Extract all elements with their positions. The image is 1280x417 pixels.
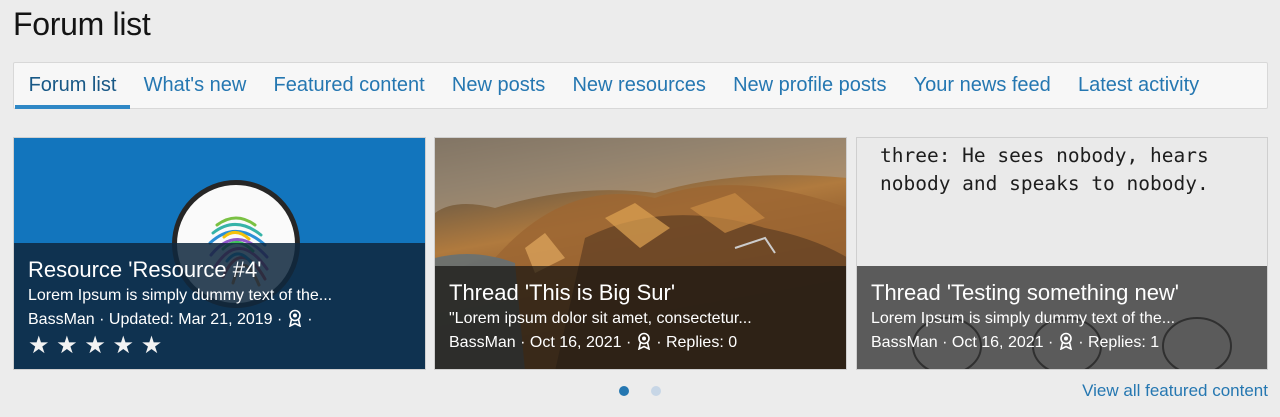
- tab-featured-content[interactable]: Featured content: [260, 63, 438, 108]
- featured-card-meta-text: BassMan · Oct 16, 2021 ·: [871, 334, 1058, 351]
- carousel-dot-1[interactable]: [619, 386, 629, 396]
- nav-tabs: Forum list What's new Featured content N…: [13, 62, 1268, 109]
- award-icon: [637, 332, 650, 351]
- featured-card-caption: Resource 'Resource #4' Lorem Ipsum is si…: [14, 243, 425, 369]
- rating-stars: ★ ★ ★ ★ ★: [28, 332, 163, 359]
- award-icon: [1059, 332, 1072, 351]
- featured-card-meta: BassMan · Oct 16, 2021 · · Replies: 1: [871, 331, 1253, 355]
- featured-card-snippet: Lorem Ipsum is simply dummy text of the.…: [871, 310, 1176, 327]
- tab-your-news-feed[interactable]: Your news feed: [900, 63, 1064, 108]
- tab-latest-activity[interactable]: Latest activity: [1064, 63, 1212, 108]
- tab-forum-list[interactable]: Forum list: [15, 63, 130, 109]
- featured-card-title[interactable]: Resource 'Resource #4': [28, 256, 411, 284]
- featured-card-meta-text: BassMan · Oct 16, 2021 ·: [449, 334, 636, 351]
- featured-card-meta-tail: · Replies: 0: [651, 334, 738, 351]
- carousel-dot-2[interactable]: [651, 386, 661, 396]
- tab-new-resources[interactable]: New resources: [559, 63, 720, 108]
- featured-card-title[interactable]: Thread 'This is Big Sur': [449, 279, 832, 307]
- featured-card-meta: BassMan · Oct 16, 2021 · · Replies: 0: [449, 331, 832, 355]
- tab-new-profile-posts[interactable]: New profile posts: [719, 63, 900, 108]
- featured-card-resource[interactable]: Resource 'Resource #4' Lorem Ipsum is si…: [13, 137, 426, 370]
- featured-card-caption: Thread 'This is Big Sur' "Lorem ipsum do…: [435, 266, 846, 369]
- view-all-featured-link[interactable]: View all featured content: [1082, 381, 1268, 401]
- featured-card-thread-testing[interactable]: three: He sees nobody, hears nobody and …: [856, 137, 1268, 370]
- page-title: Forum list: [13, 6, 151, 42]
- featured-card-meta-tail: · Replies: 1: [1073, 334, 1160, 351]
- featured-card-snippet: Lorem Ipsum is simply dummy text of the.…: [28, 287, 333, 304]
- quote-line-1: three: He sees nobody, hears: [880, 144, 1209, 167]
- featured-card-meta-text: BassMan · Updated: Mar 21, 2019 ·: [28, 311, 287, 328]
- quote-image-text: three: He sees nobody, hears nobody and …: [857, 142, 1267, 198]
- tab-whats-new[interactable]: What's new: [130, 63, 260, 108]
- featured-card-snippet: "Lorem ipsum dolor sit amet, consectetur…: [449, 310, 752, 327]
- tab-new-posts[interactable]: New posts: [438, 63, 559, 108]
- featured-card-meta-tail: ·: [302, 311, 313, 328]
- featured-card-caption: Thread 'Testing something new' Lorem Ips…: [857, 266, 1267, 369]
- featured-card-thread-big-sur[interactable]: Thread 'This is Big Sur' "Lorem ipsum do…: [434, 137, 847, 370]
- featured-card-meta: BassMan · Updated: Mar 21, 2019 · ·: [28, 308, 411, 332]
- featured-card-title[interactable]: Thread 'Testing something new': [871, 279, 1253, 307]
- quote-line-2: nobody and speaks to nobody.: [880, 172, 1209, 195]
- award-icon: [288, 309, 301, 328]
